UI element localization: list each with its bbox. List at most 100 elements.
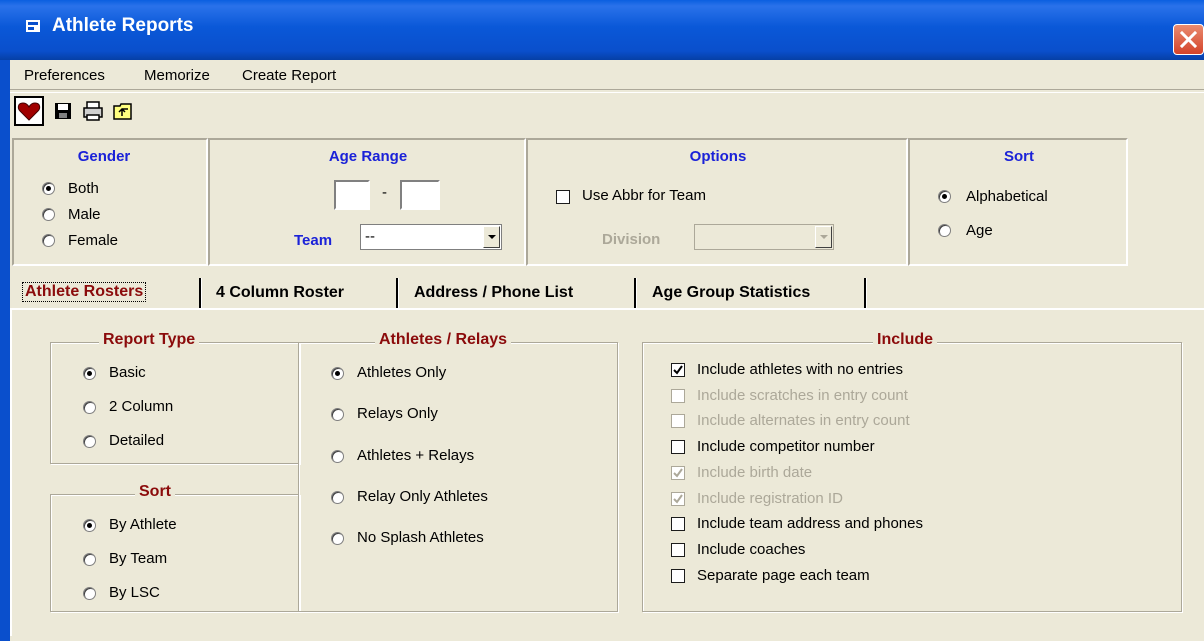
sort-fieldset: Sort By Athlete By Team By LSC: [50, 483, 300, 612]
team-select-value: --: [365, 228, 375, 245]
tab-separator: [864, 278, 867, 308]
menu-bar: Preferences Memorize Create Report: [10, 62, 1204, 88]
gender-male-label[interactable]: Male: [68, 206, 101, 223]
gender-female-label[interactable]: Female: [68, 232, 118, 249]
sort-alphabetical-radio[interactable]: [938, 190, 951, 203]
team-select[interactable]: --: [360, 224, 502, 250]
gender-male-radio[interactable]: [42, 208, 55, 221]
include-checkbox-label[interactable]: Separate page each team: [697, 567, 870, 584]
report-type-detailed-radio[interactable]: [83, 435, 96, 448]
gender-both-radio[interactable]: [42, 182, 55, 195]
window-title: Athlete Reports: [52, 15, 194, 36]
tab-4-column-roster[interactable]: 4 Column Roster: [206, 270, 396, 310]
checkmark-icon: [673, 468, 683, 478]
include-checkbox-label: Include alternates in entry count: [697, 412, 910, 429]
tab-separator: [199, 278, 202, 308]
print-icon: [83, 101, 103, 121]
age-range-group: Age Range - Team --: [208, 138, 526, 266]
tab-age-group-statistics[interactable]: Age Group Statistics: [640, 270, 868, 310]
sort-by-lsc-radio[interactable]: [83, 587, 96, 600]
tab-address-phone-list-label: Address / Phone List: [414, 284, 574, 301]
athletes-only-label[interactable]: Athletes Only: [357, 364, 446, 381]
age-to-input[interactable]: [400, 180, 440, 210]
tab-age-group-statistics-label: Age Group Statistics: [652, 284, 811, 301]
include-checkbox: [671, 492, 685, 506]
app-icon: [26, 20, 40, 32]
no-splash-athletes-radio[interactable]: [331, 532, 344, 545]
menu-create-report[interactable]: Create Report: [242, 67, 336, 84]
include-checkbox-label: Include birth date: [697, 464, 813, 481]
include-checkbox: [671, 466, 685, 480]
close-icon: [1179, 30, 1198, 49]
include-checkbox: [671, 414, 685, 428]
include-checkbox[interactable]: [671, 363, 685, 377]
age-from-input[interactable]: [334, 180, 370, 210]
relay-only-athletes-label[interactable]: Relay Only Athletes: [357, 488, 488, 505]
tab-separator: [396, 278, 399, 308]
toolbar: [10, 92, 1204, 134]
gender-both-label[interactable]: Both: [68, 180, 99, 197]
menu-memorize[interactable]: Memorize: [144, 67, 210, 84]
athletes-plus-relays-radio[interactable]: [331, 450, 344, 463]
no-splash-athletes-label[interactable]: No Splash Athletes: [357, 529, 484, 546]
include-checkbox[interactable]: [671, 543, 685, 557]
include-checkbox[interactable]: [671, 569, 685, 583]
gender-female-radio[interactable]: [42, 234, 55, 247]
tab-address-phone-list[interactable]: Address / Phone List: [402, 270, 634, 310]
tab-athlete-rosters[interactable]: Athlete Rosters: [16, 270, 198, 310]
sort-by-athlete-label[interactable]: By Athlete: [109, 516, 177, 533]
report-type-detailed-label[interactable]: Detailed: [109, 432, 164, 449]
checkmark-icon: [673, 365, 683, 375]
report-type-2-column-label[interactable]: 2 Column: [109, 398, 173, 415]
sort-alphabetical-label[interactable]: Alphabetical: [966, 188, 1048, 205]
sort-by-lsc-label[interactable]: By LSC: [109, 584, 160, 601]
open-folder-button[interactable]: [108, 96, 138, 126]
report-type-2-column-radio[interactable]: [83, 401, 96, 414]
include-checkbox-label[interactable]: Include team address and phones: [697, 515, 923, 532]
sort-by-team-label[interactable]: By Team: [109, 550, 167, 567]
heart-icon: [17, 102, 41, 121]
report-type-basic-label[interactable]: Basic: [109, 364, 146, 381]
favorite-button[interactable]: [14, 96, 44, 126]
sort-by-athlete-radio[interactable]: [83, 519, 96, 532]
use-abbr-checkbox[interactable]: [556, 190, 570, 204]
include-checkbox[interactable]: [671, 517, 685, 531]
include-checkbox[interactable]: [671, 440, 685, 454]
options-group: Options Use Abbr for Team Division: [526, 138, 908, 266]
chevron-down-icon[interactable]: [483, 226, 500, 248]
gender-title: Gender: [77, 148, 131, 165]
close-button[interactable]: [1173, 24, 1204, 55]
use-abbr-label[interactable]: Use Abbr for Team: [582, 187, 706, 204]
include-checkbox-label[interactable]: Include competitor number: [697, 438, 875, 455]
age-range-separator: -: [382, 184, 387, 201]
age-range-title: Age Range: [328, 148, 408, 165]
tab-athlete-rosters-label: Athlete Rosters: [22, 282, 147, 302]
sort-top-group: Sort Alphabetical Age: [908, 138, 1128, 266]
options-title: Options: [689, 148, 747, 165]
report-type-title: Report Type: [99, 331, 200, 349]
relays-only-label[interactable]: Relays Only: [357, 405, 438, 422]
include-checkbox-label[interactable]: Include athletes with no entries: [697, 361, 903, 378]
menu-preferences[interactable]: Preferences: [24, 67, 105, 84]
tab-separator: [634, 278, 637, 308]
report-type-basic-radio[interactable]: [83, 367, 96, 380]
title-bar[interactable]: Athlete Reports: [0, 0, 1204, 60]
division-select: [694, 224, 834, 250]
athletes-only-radio[interactable]: [331, 367, 344, 380]
relays-only-radio[interactable]: [331, 408, 344, 421]
sort-age-label[interactable]: Age: [966, 222, 993, 239]
save-button[interactable]: [48, 96, 78, 126]
sort-top-title: Sort: [1004, 148, 1034, 165]
include-checkbox-label[interactable]: Include coaches: [697, 541, 805, 558]
team-label: Team: [294, 232, 333, 249]
print-button[interactable]: [78, 96, 108, 126]
athletes-plus-relays-label[interactable]: Athletes + Relays: [357, 447, 474, 464]
window-left-border: [0, 60, 10, 641]
include-checkbox-label: Include registration ID: [697, 490, 843, 507]
relay-only-athletes-radio[interactable]: [331, 491, 344, 504]
sort-by-team-radio[interactable]: [83, 553, 96, 566]
athletes-relays-fieldset: Athletes / Relays Athletes Only Relays O…: [298, 331, 618, 612]
division-label: Division: [602, 231, 661, 248]
sort-age-radio[interactable]: [938, 224, 951, 237]
report-type-fieldset: Report Type Basic 2 Column Detailed: [50, 331, 300, 464]
